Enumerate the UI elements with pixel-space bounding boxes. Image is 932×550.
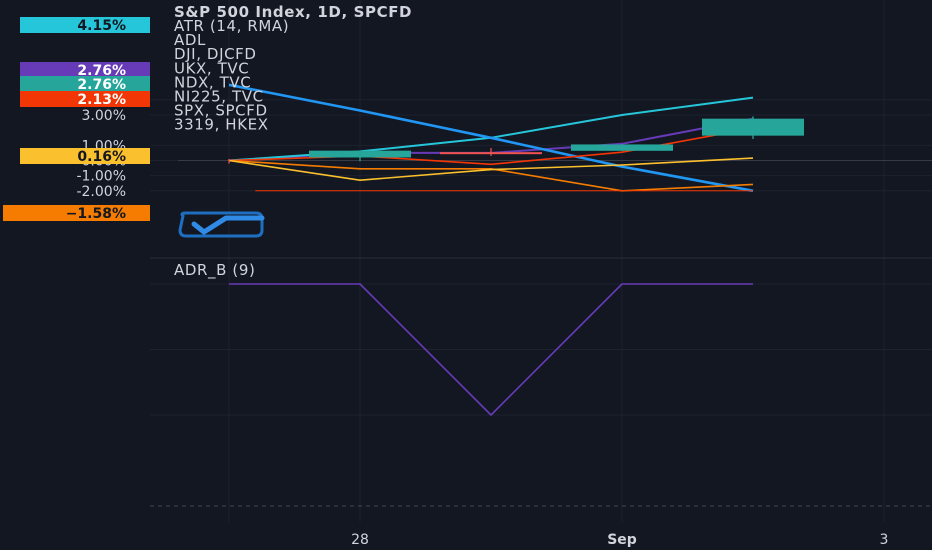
candle-body [309,150,411,158]
y-axis: 4.00%3.00%1.00%0.00%-1.00%-2.00% [76,93,126,200]
candle-5[interactable] [702,116,804,139]
oscillator-title[interactable]: ADR_B (9) [174,261,255,280]
y-tick-label: -1.00% [76,169,126,185]
x-tick-label: 28 [351,532,369,548]
x-tick-label: 3 [880,532,889,548]
price-badge-label: 4.15% [77,18,126,34]
price-badge: 0.16% [20,148,150,165]
candle-body [440,152,542,155]
price-badge: 4.15% [20,17,150,34]
candle-4[interactable] [571,144,673,152]
price-badge: 2.76% [20,76,150,93]
y-tick-label: 3.00% [82,108,126,124]
price-badge-label: 2.76% [77,77,126,93]
x-tick-label: Sep [607,532,637,548]
price-badge: −1.58% [3,205,150,222]
legend-entry[interactable]: 3319, HKEX [174,116,269,134]
price-badge-label: 0.16% [77,149,126,165]
candle-body [702,118,804,136]
price-badge-label: 2.13% [77,92,126,108]
price-badge-label: −1.58% [66,206,126,222]
price-badge: 2.13% [20,91,150,108]
chart-canvas[interactable]: 4.00%3.00%1.00%0.00%-1.00%-2.00% 28Sep3 … [0,0,932,550]
candle-body [571,144,673,151]
y-tick-label: -2.00% [76,184,126,200]
